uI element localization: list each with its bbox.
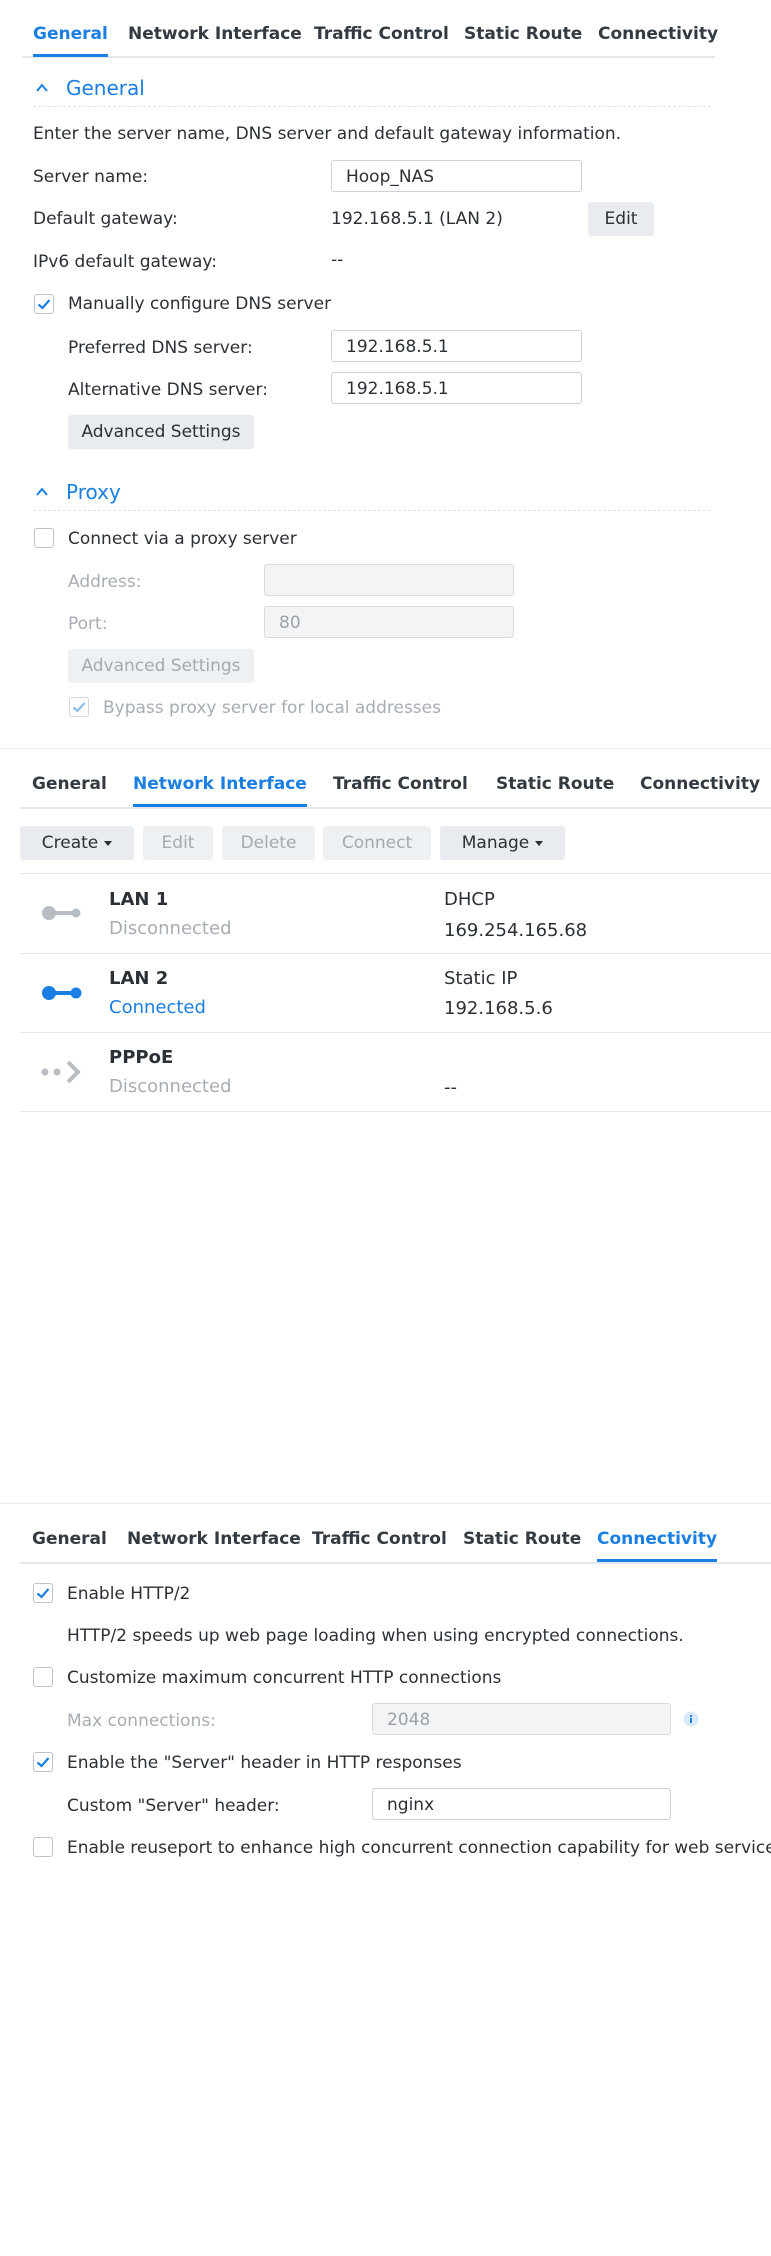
proxy-checkbox[interactable] xyxy=(34,528,54,548)
caret-down-icon xyxy=(535,840,544,846)
enable-http2-label: Enable HTTP/2 xyxy=(67,1584,191,1604)
proxy-address-input[interactable] xyxy=(264,564,514,596)
check-icon xyxy=(36,1588,50,1599)
general-section-header[interactable]: General xyxy=(36,76,145,100)
server-name-input[interactable]: Hoop_NAS xyxy=(331,160,582,192)
tab-network-interface[interactable]: Network Interface xyxy=(128,24,302,44)
tab-connectivity[interactable]: Connectivity xyxy=(598,24,718,44)
interface-type: DHCP xyxy=(444,889,495,910)
preferred-dns-label: Preferred DNS server: xyxy=(68,338,253,358)
interface-name: LAN 1 xyxy=(109,889,169,910)
reuseport-checkbox[interactable] xyxy=(33,1837,53,1857)
ipv6-gateway-label: IPv6 default gateway: xyxy=(33,252,217,272)
divider xyxy=(33,510,711,511)
bypass-proxy-label: Bypass proxy server for local addresses xyxy=(103,698,441,718)
caret-down-icon xyxy=(104,840,113,846)
check-icon xyxy=(72,702,86,713)
http2-description: HTTP/2 speeds up web page loading when u… xyxy=(67,1626,684,1646)
manual-dns-checkbox[interactable] xyxy=(34,294,54,314)
default-gateway-value: 192.168.5.1 (LAN 2) xyxy=(331,209,503,229)
alternative-dns-label: Alternative DNS server: xyxy=(68,380,268,400)
delete-button[interactable]: Delete xyxy=(222,826,315,860)
divider xyxy=(20,1111,771,1112)
create-button[interactable]: Create xyxy=(20,826,134,860)
max-connections-label: Max connections: xyxy=(67,1711,216,1731)
edit-button[interactable]: Edit xyxy=(143,826,213,860)
interface-name: PPPoE xyxy=(109,1047,174,1068)
check-icon xyxy=(37,299,51,310)
info-icon[interactable] xyxy=(683,1711,699,1727)
tab-bar: General Network Interface Traffic Contro… xyxy=(20,752,771,809)
manual-dns-label: Manually configure DNS server xyxy=(68,294,332,314)
custom-header-label: Custom "Server" header: xyxy=(67,1796,280,1816)
enable-http2-checkbox[interactable] xyxy=(33,1583,53,1603)
bypass-proxy-checkbox[interactable] xyxy=(69,697,89,717)
pppoe-icon xyxy=(41,1060,81,1084)
general-description: Enter the server name, DNS server and de… xyxy=(33,124,622,144)
chevron-up-icon xyxy=(36,83,48,92)
interface-address: 192.168.5.6 xyxy=(444,998,553,1019)
tab-connectivity[interactable]: Connectivity xyxy=(597,1529,718,1562)
server-header-label: Enable the "Server" header in HTTP respo… xyxy=(67,1753,462,1773)
general-section-title: General xyxy=(66,76,145,100)
proxy-port-input[interactable]: 80 xyxy=(264,606,514,638)
interface-status: Disconnected xyxy=(109,1076,232,1097)
tab-traffic-control[interactable]: Traffic Control xyxy=(312,1529,447,1549)
custom-header-input[interactable]: nginx xyxy=(372,1788,671,1820)
reuseport-label: Enable reuseport to enhance high concurr… xyxy=(67,1838,771,1858)
interface-address: -- xyxy=(444,1077,457,1098)
tab-static-route[interactable]: Static Route xyxy=(463,1529,581,1549)
default-gateway-label: Default gateway: xyxy=(33,209,178,229)
ipv6-gateway-value: -- xyxy=(331,250,344,270)
max-connections-input[interactable]: 2048 xyxy=(372,1703,671,1735)
tab-general[interactable]: General xyxy=(32,1529,107,1549)
connect-button[interactable]: Connect xyxy=(323,826,431,860)
server-header-checkbox[interactable] xyxy=(33,1752,53,1772)
tab-bar: General Network Interface Traffic Contro… xyxy=(20,1507,771,1564)
tab-static-route[interactable]: Static Route xyxy=(464,24,582,44)
tab-traffic-control[interactable]: Traffic Control xyxy=(314,24,449,44)
interface-status: Disconnected xyxy=(109,918,232,939)
tab-bar: General Network Interface Traffic Contro… xyxy=(22,0,718,58)
customize-max-checkbox[interactable] xyxy=(33,1667,53,1687)
preferred-dns-input[interactable]: 192.168.5.1 xyxy=(331,330,582,362)
tab-connectivity[interactable]: Connectivity xyxy=(640,774,760,794)
check-icon xyxy=(36,1757,50,1768)
interface-status: Connected xyxy=(109,997,206,1018)
tab-network-interface[interactable]: Network Interface xyxy=(133,774,307,807)
chevron-up-icon xyxy=(36,487,48,496)
proxy-label: Connect via a proxy server xyxy=(68,529,297,549)
tab-general[interactable]: General xyxy=(33,24,108,57)
customize-max-label: Customize maximum concurrent HTTP connec… xyxy=(67,1668,502,1688)
interface-address: 169.254.165.68 xyxy=(444,920,588,941)
tab-network-interface[interactable]: Network Interface xyxy=(127,1529,301,1549)
divider xyxy=(20,953,771,954)
divider xyxy=(20,1032,771,1033)
edit-gateway-button[interactable]: Edit xyxy=(588,202,654,236)
alternative-dns-input[interactable]: 192.168.5.1 xyxy=(331,372,582,404)
interface-type: Static IP xyxy=(444,968,518,989)
panel-end xyxy=(0,1875,1,1876)
ethernet-connected-icon xyxy=(42,986,82,1000)
ethernet-disconnected-icon xyxy=(42,906,81,920)
dns-advanced-settings-button[interactable]: Advanced Settings xyxy=(68,415,254,449)
manage-button[interactable]: Manage xyxy=(440,826,565,860)
divider xyxy=(33,106,711,107)
tab-static-route[interactable]: Static Route xyxy=(496,774,614,794)
tab-traffic-control[interactable]: Traffic Control xyxy=(333,774,468,794)
proxy-address-label: Address: xyxy=(68,572,142,592)
tab-general[interactable]: General xyxy=(32,774,107,794)
proxy-advanced-settings-button[interactable]: Advanced Settings xyxy=(68,649,254,683)
proxy-section-title: Proxy xyxy=(66,480,121,504)
proxy-section-header[interactable]: Proxy xyxy=(36,480,121,504)
divider xyxy=(20,873,771,874)
proxy-port-label: Port: xyxy=(68,614,108,634)
server-name-label: Server name: xyxy=(33,167,149,187)
panel-border xyxy=(0,1503,771,1504)
interface-name: LAN 2 xyxy=(109,968,169,989)
panel-border xyxy=(0,748,771,749)
